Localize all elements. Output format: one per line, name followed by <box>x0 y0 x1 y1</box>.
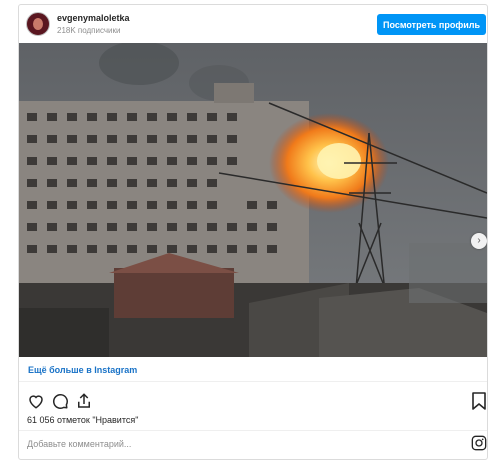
share-icon[interactable] <box>75 392 93 410</box>
comment-icon[interactable] <box>51 392 69 410</box>
post-photo[interactable]: › <box>19 43 487 357</box>
post-header: evgenymaloletka 218K подписчики Посмотре… <box>19 5 487 42</box>
heart-icon[interactable] <box>27 392 45 410</box>
username[interactable]: evgenymaloletka <box>57 13 130 23</box>
chevron-right-icon: › <box>477 235 481 246</box>
view-profile-button[interactable]: Посмотреть профиль <box>377 14 486 35</box>
divider <box>19 430 487 431</box>
instagram-icon[interactable] <box>471 435 487 451</box>
bookmark-icon[interactable] <box>472 392 486 410</box>
add-comment-input[interactable]: Добавьте комментарий... <box>27 439 131 449</box>
divider <box>19 381 487 382</box>
more-on-instagram-link[interactable]: Ещё больше в Instagram <box>28 365 137 375</box>
likes-count: 61 056 отметок "Нравится" <box>27 415 139 425</box>
photo-image <box>19 43 487 357</box>
instagram-embed-card: evgenymaloletka 218K подписчики Посмотре… <box>18 4 488 460</box>
follower-count: 218K подписчики <box>57 26 121 35</box>
next-slide-button[interactable]: › <box>471 233 487 249</box>
avatar[interactable] <box>26 12 50 36</box>
